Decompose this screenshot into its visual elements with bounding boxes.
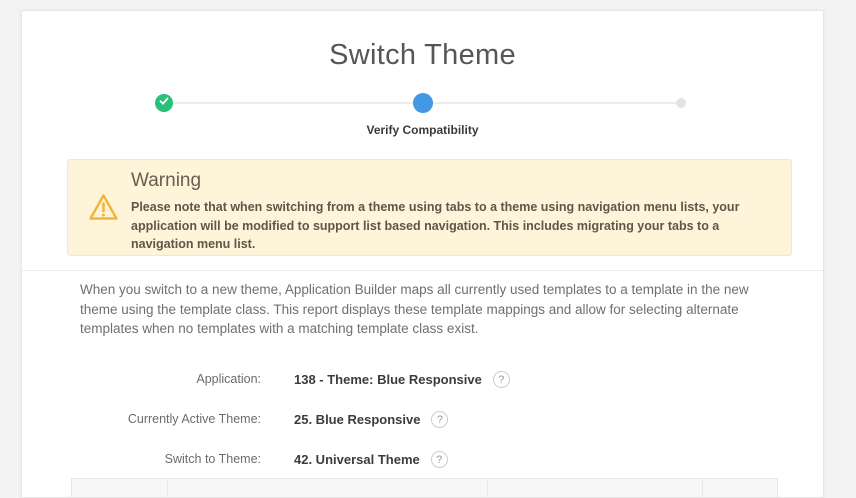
help-icon[interactable]: ? [431, 451, 448, 468]
theme-mapping-description: When you switch to a new theme, Applicat… [80, 280, 758, 339]
switch-to-theme-value: 42. Universal Theme [294, 452, 420, 467]
stepper-current-step-label: Verify Compatibility [22, 123, 823, 137]
warning-content: Warning Please note that when switching … [131, 170, 781, 254]
warning-message: Please note that when switching from a t… [131, 198, 779, 254]
template-mapping-table-header [71, 478, 778, 498]
theme-summary-fields: Application: 138 - Theme: Blue Responsiv… [22, 369, 823, 489]
table-header-cell [703, 479, 777, 498]
currently-active-theme-value: 25. Blue Responsive [294, 412, 420, 427]
check-icon [158, 94, 170, 112]
table-header-cell [72, 479, 168, 498]
application-value: 138 - Theme: Blue Responsive [294, 372, 482, 387]
warning-triangle-icon [87, 192, 120, 228]
divider [22, 270, 823, 271]
help-icon[interactable]: ? [493, 371, 510, 388]
field-row-currently-active-theme: Currently Active Theme: 25. Blue Respons… [22, 409, 823, 429]
table-header-cell [168, 479, 489, 498]
application-label: Application: [22, 372, 261, 386]
stepper-step-completed [155, 94, 173, 112]
warning-title: Warning [131, 170, 781, 192]
switch-to-theme-label: Switch to Theme: [22, 452, 261, 466]
field-row-switch-to-theme: Switch to Theme: 42. Universal Theme ? [22, 449, 823, 469]
stepper-step-upcoming [676, 98, 686, 108]
stepper-step-current [413, 93, 433, 113]
currently-active-theme-label: Currently Active Theme: [22, 412, 261, 426]
warning-callout: Warning Please note that when switching … [67, 159, 792, 256]
field-row-application: Application: 138 - Theme: Blue Responsiv… [22, 369, 823, 389]
help-icon[interactable]: ? [431, 411, 448, 428]
table-header-cell [488, 479, 703, 498]
switch-theme-wizard-card: Switch Theme Verify Compatibility Warnin… [21, 10, 824, 498]
page-title: Switch Theme [22, 39, 823, 72]
